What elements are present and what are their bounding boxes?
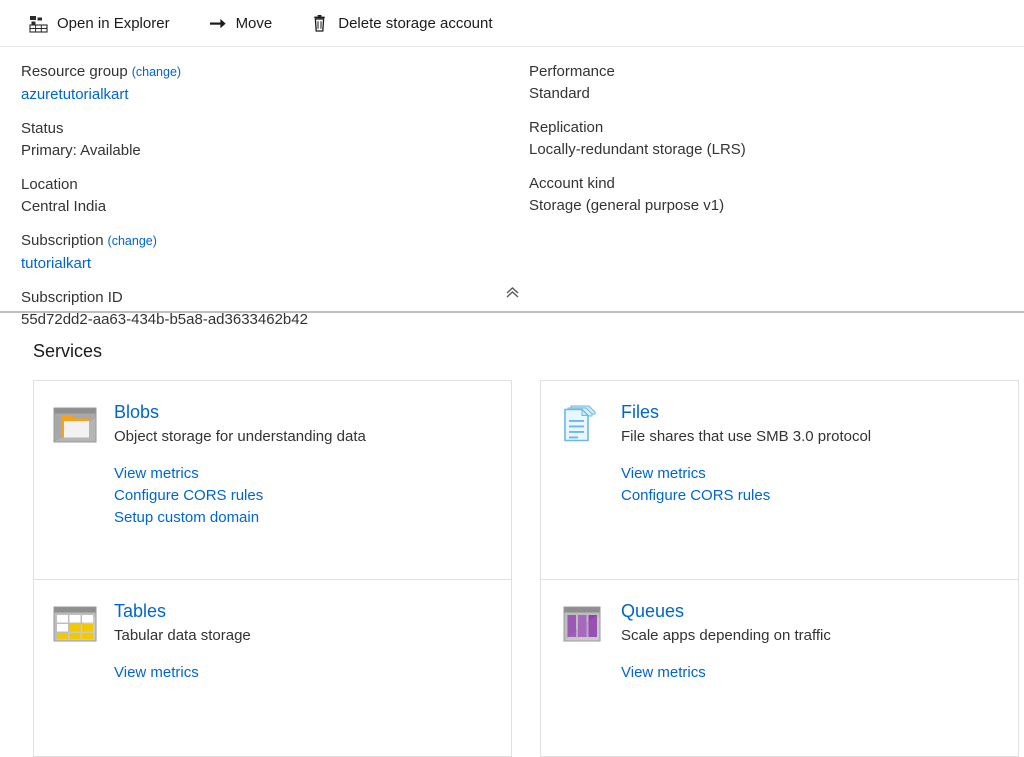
service-desc-queues: Scale apps depending on traffic — [621, 625, 998, 646]
service-links-blobs: View metrics Configure CORS rules Setup … — [114, 463, 491, 529]
status-label: Status — [21, 118, 529, 139]
essentials-collapse-toggle[interactable] — [0, 286, 1024, 313]
location-label: Location — [21, 174, 529, 195]
resource-group-label: Resource group (change) — [21, 61, 529, 83]
delete-storage-account-button[interactable]: Delete storage account — [308, 11, 494, 36]
performance-value: Standard — [529, 83, 1024, 104]
files-view-metrics-link[interactable]: View metrics — [621, 463, 706, 485]
table-grid-icon — [53, 602, 97, 646]
subscription-link[interactable]: tutorialkart — [21, 255, 91, 272]
location-value: Central India — [21, 196, 529, 217]
move-label: Move — [236, 16, 273, 31]
resource-group-change-link[interactable]: (change) — [132, 65, 181, 79]
service-card-files[interactable]: Files File shares that use SMB 3.0 proto… — [541, 381, 1018, 580]
field-performance: Performance Standard — [529, 61, 1024, 104]
replication-value: Locally-redundant storage (LRS) — [529, 139, 1024, 160]
field-account-kind: Account kind Storage (general purpose v1… — [529, 173, 1024, 216]
service-desc-files: File shares that use SMB 3.0 protocol — [621, 426, 998, 447]
subscription-value: tutorialkart — [21, 253, 529, 274]
service-name-queues[interactable]: Queues — [621, 600, 684, 622]
file-document-icon — [560, 403, 604, 447]
subscription-label: Subscription (change) — [21, 230, 529, 252]
resource-group-label-text: Resource group — [21, 63, 128, 80]
blob-folder-icon — [53, 403, 97, 447]
service-card-queues[interactable]: Queues Scale apps depending on traffic V… — [541, 580, 1018, 756]
service-card-tables[interactable]: Tables Tabular data storage View metrics — [34, 580, 511, 756]
service-name-blobs[interactable]: Blobs — [114, 401, 159, 423]
queue-bars-icon — [560, 602, 604, 646]
service-body-queues: Queues Scale apps depending on traffic V… — [621, 600, 998, 684]
open-in-explorer-label: Open in Explorer — [57, 16, 170, 31]
arrow-right-icon — [208, 14, 227, 33]
service-links-files: View metrics Configure CORS rules — [621, 463, 998, 507]
field-status: Status Primary: Available — [21, 118, 529, 161]
services-grid: Blobs Object storage for understanding d… — [0, 362, 1024, 757]
services-section: Services Blobs Object s — [0, 313, 1024, 757]
queues-view-metrics-link[interactable]: View metrics — [621, 662, 706, 684]
subscription-label-text: Subscription — [21, 232, 104, 249]
service-name-files[interactable]: Files — [621, 401, 659, 423]
command-toolbar: Open in Explorer Move Delete storage acc… — [0, 0, 1024, 47]
delete-storage-account-label: Delete storage account — [338, 16, 492, 31]
trash-icon — [310, 14, 329, 33]
field-resource-group: Resource group (change) azuretutorialkart — [21, 61, 529, 105]
service-desc-blobs: Object storage for understanding data — [114, 426, 491, 447]
essentials-panel: Resource group (change) azuretutorialkart… — [0, 47, 1024, 313]
resource-group-value: azuretutorialkart — [21, 84, 529, 105]
service-links-tables: View metrics — [114, 662, 491, 684]
performance-label: Performance — [529, 61, 1024, 82]
account-kind-label: Account kind — [529, 173, 1024, 194]
subscription-change-link[interactable]: (change) — [108, 234, 157, 248]
tables-view-metrics-link[interactable]: View metrics — [114, 662, 199, 684]
blobs-setup-custom-domain-link[interactable]: Setup custom domain — [114, 507, 259, 529]
account-kind-value: Storage (general purpose v1) — [529, 195, 1024, 216]
files-configure-cors-link[interactable]: Configure CORS rules — [621, 485, 770, 507]
blobs-configure-cors-link[interactable]: Configure CORS rules — [114, 485, 263, 507]
blobs-view-metrics-link[interactable]: View metrics — [114, 463, 199, 485]
open-in-explorer-button[interactable]: Open in Explorer — [27, 11, 172, 36]
status-value: Primary: Available — [21, 140, 529, 161]
field-location: Location Central India — [21, 174, 529, 217]
services-right-column: Files File shares that use SMB 3.0 proto… — [540, 380, 1019, 757]
service-name-tables[interactable]: Tables — [114, 600, 166, 622]
field-subscription: Subscription (change) tutorialkart — [21, 230, 529, 274]
services-left-column: Blobs Object storage for understanding d… — [33, 380, 512, 757]
service-body-blobs: Blobs Object storage for understanding d… — [114, 401, 491, 529]
explorer-grid-icon — [29, 14, 48, 33]
chevron-double-up-icon — [505, 286, 520, 302]
service-links-queues: View metrics — [621, 662, 998, 684]
replication-label: Replication — [529, 117, 1024, 138]
service-desc-tables: Tabular data storage — [114, 625, 491, 646]
move-button[interactable]: Move — [206, 11, 275, 36]
resource-group-link[interactable]: azuretutorialkart — [21, 86, 129, 103]
service-body-tables: Tables Tabular data storage View metrics — [114, 600, 491, 684]
field-replication: Replication Locally-redundant storage (L… — [529, 117, 1024, 160]
service-card-blobs[interactable]: Blobs Object storage for understanding d… — [34, 381, 511, 580]
service-body-files: Files File shares that use SMB 3.0 proto… — [621, 401, 998, 507]
